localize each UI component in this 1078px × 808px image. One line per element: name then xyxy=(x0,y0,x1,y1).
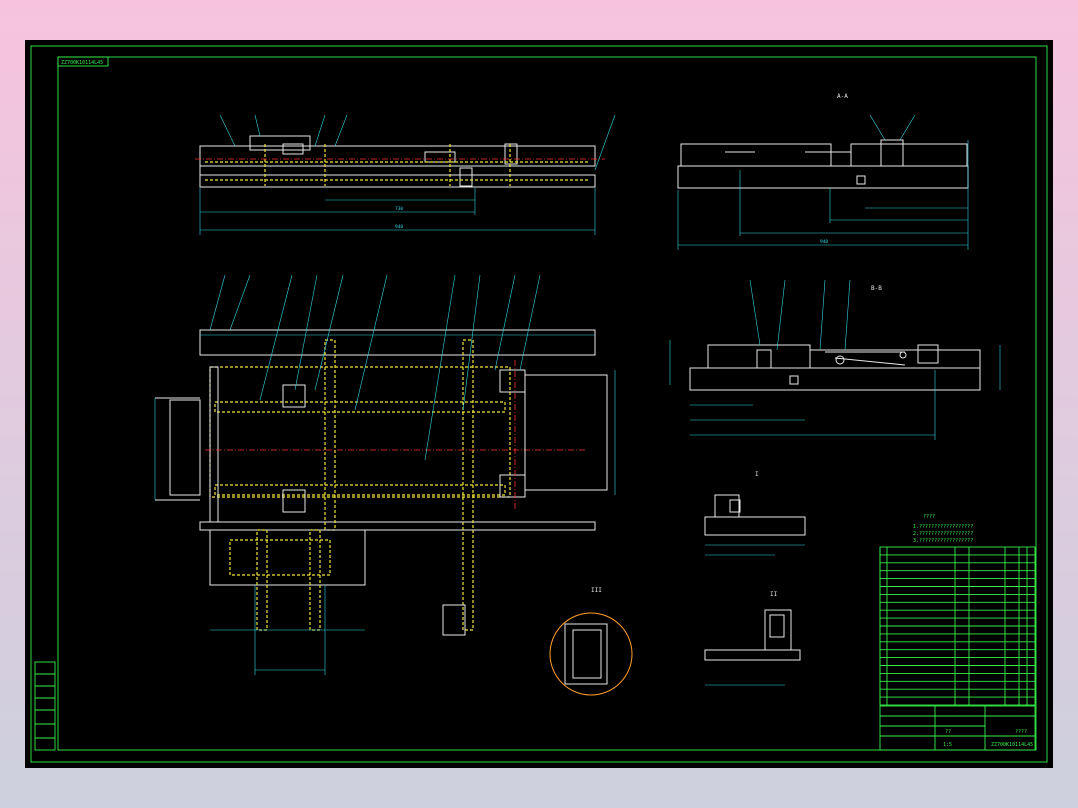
scale-text: 1:5 xyxy=(943,742,952,748)
sheet-tag: ZZ700K10114L45 xyxy=(61,60,103,66)
inner-frame xyxy=(57,56,1037,751)
cad-drawing-sheet: ZZ700K10114L45 940 730 A-A 940 B-B I II … xyxy=(25,40,1053,768)
front-elevation-view: 940 730 xyxy=(195,114,616,235)
note-1: 1.?????????????????? xyxy=(913,524,973,530)
cad-drawing-canvas: ZZ700K10114L45 940 730 A-A 940 B-B I II … xyxy=(30,45,1048,763)
left-revision-strip xyxy=(34,661,56,751)
detail-iii-view: III xyxy=(549,587,633,696)
svg-text:940: 940 xyxy=(820,239,828,245)
note-3: 3.?????????????????? xyxy=(913,538,973,544)
outer-frame xyxy=(30,45,1048,763)
view-label-d: II xyxy=(770,591,778,598)
svg-text:730: 730 xyxy=(395,206,403,212)
svg-text:940: 940 xyxy=(395,224,403,230)
drawing-number: ZZ700K10114L45 xyxy=(991,742,1033,748)
section-b-view: B-B xyxy=(669,279,1001,440)
notes-title: ???? xyxy=(923,514,935,520)
sheet-text: ?? xyxy=(945,729,951,735)
parts-list-table xyxy=(879,546,1036,706)
plan-view xyxy=(154,274,616,675)
notes-block: ???? 1.?????????????????? 2.????????????… xyxy=(913,514,973,544)
view-label-b: B-B xyxy=(871,285,882,292)
view-label-e: III xyxy=(591,587,602,594)
detail-i-view: I xyxy=(704,471,806,556)
note-2: 2.?????????????????? xyxy=(913,531,973,537)
detail-ii-view: II xyxy=(704,591,801,686)
title-block-name: ???? xyxy=(1015,729,1027,735)
side-elevation-view: A-A 940 xyxy=(677,93,969,250)
title-block: ???? ?? ZZ700K10114L45 1:5 xyxy=(879,705,1036,751)
view-label-c: I xyxy=(755,471,759,478)
view-label-a: A-A xyxy=(837,93,848,100)
